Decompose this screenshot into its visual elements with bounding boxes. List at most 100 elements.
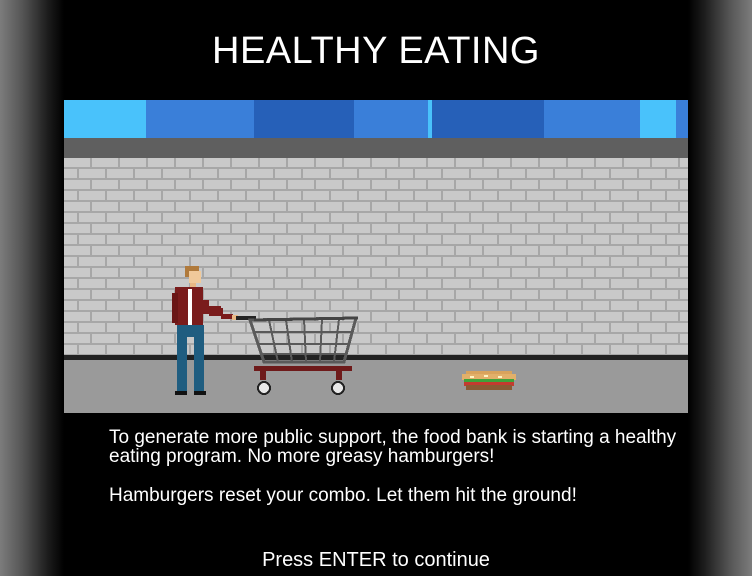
brick: [247, 257, 273, 266]
brick: [555, 301, 581, 310]
brick: [163, 191, 189, 200]
brick: [79, 323, 105, 332]
brick: [499, 279, 525, 288]
brick: [568, 224, 594, 233]
brick: [64, 235, 77, 244]
brick: [415, 213, 441, 222]
screen-title: HEALTHY EATING: [212, 30, 540, 72]
brick: [232, 290, 258, 299]
brick: [303, 301, 329, 310]
brick: [176, 202, 202, 211]
brick: [107, 213, 133, 222]
brick: [135, 279, 161, 288]
brick: [331, 213, 357, 222]
brick: [611, 257, 637, 266]
brick: [331, 257, 357, 266]
brick: [540, 312, 566, 321]
brick: [64, 257, 77, 266]
brick: [107, 257, 133, 266]
brick: [247, 301, 273, 310]
brick: [611, 301, 637, 310]
brick: [652, 246, 678, 255]
brick: [316, 268, 342, 277]
brick: [680, 202, 688, 211]
brick: [107, 279, 133, 288]
brick: [148, 180, 174, 189]
brick: [639, 235, 665, 244]
brick: [260, 224, 286, 233]
brick: [107, 345, 133, 354]
brick: [568, 268, 594, 277]
brick: [680, 290, 688, 299]
brick: [680, 158, 688, 167]
brick: [415, 345, 441, 354]
brick: [555, 235, 581, 244]
brick: [135, 213, 161, 222]
brick: [64, 312, 90, 321]
brick: [499, 169, 525, 178]
brick: [555, 323, 581, 332]
brick: [471, 191, 497, 200]
brick: [247, 235, 273, 244]
brick: [303, 191, 329, 200]
brick: [107, 169, 133, 178]
brick: [512, 202, 538, 211]
brick: [107, 323, 133, 332]
brick: [120, 224, 146, 233]
brick: [484, 246, 510, 255]
brick: [359, 169, 385, 178]
brick: [583, 169, 609, 178]
brick: [443, 213, 469, 222]
brick: [135, 191, 161, 200]
brick: [247, 169, 273, 178]
continue-prompt[interactable]: Press ENTER to continue: [64, 549, 688, 572]
brick: [176, 158, 202, 167]
brick: [428, 334, 454, 343]
brick: [611, 279, 637, 288]
brick: [667, 191, 688, 200]
sky-segment: [640, 100, 676, 138]
brick: [387, 345, 413, 354]
brick: [568, 158, 594, 167]
brick: [79, 301, 105, 310]
brick: [372, 334, 398, 343]
brick: [428, 246, 454, 255]
brick: [456, 334, 482, 343]
brick: [120, 312, 146, 321]
brick: [596, 202, 622, 211]
brick: [667, 279, 688, 288]
brick: [387, 323, 413, 332]
brick: [680, 224, 688, 233]
brick: [583, 279, 609, 288]
brick: [428, 158, 454, 167]
brick: [527, 301, 553, 310]
brick: [64, 202, 90, 211]
brick: [316, 180, 342, 189]
hamburger-icon: [462, 371, 516, 390]
brick: [471, 257, 497, 266]
brick: [527, 213, 553, 222]
brick: [120, 268, 146, 277]
brick: [512, 312, 538, 321]
brick: [303, 257, 329, 266]
brick: [400, 224, 426, 233]
brick: [359, 257, 385, 266]
brick: [359, 235, 385, 244]
brick: [639, 279, 665, 288]
brick: [372, 202, 398, 211]
brick: [79, 257, 105, 266]
brick: [527, 191, 553, 200]
brick: [527, 235, 553, 244]
brick: [92, 334, 118, 343]
brick: [288, 268, 314, 277]
brick: [176, 246, 202, 255]
brick: [527, 169, 553, 178]
brick: [387, 279, 413, 288]
brick: [415, 235, 441, 244]
brick: [387, 235, 413, 244]
brick: [191, 235, 217, 244]
brick: [316, 158, 342, 167]
sky-segment: [544, 100, 640, 138]
brick: [288, 202, 314, 211]
brick: [316, 224, 342, 233]
